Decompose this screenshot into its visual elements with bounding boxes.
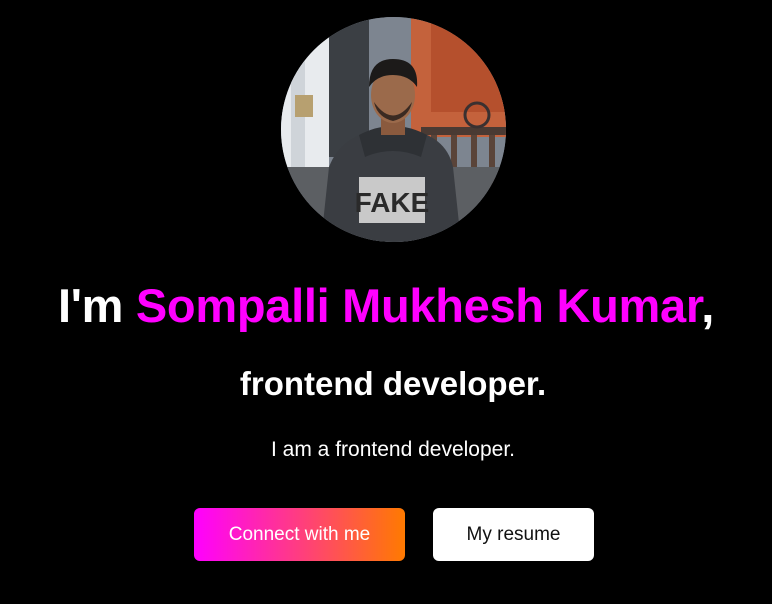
- developer-name: Sompalli Mukhesh Kumar: [135, 279, 702, 332]
- resume-button[interactable]: My resume: [433, 508, 594, 561]
- shirt-text: FAKE: [355, 187, 430, 218]
- profile-avatar: FAKE: [281, 17, 506, 242]
- connect-button[interactable]: Connect with me: [194, 508, 405, 561]
- hero-headline: I'm Sompalli Mukhesh Kumar,: [0, 276, 772, 336]
- headline-suffix: ,: [701, 279, 715, 332]
- hero-description: I am a frontend developer.: [271, 438, 515, 461]
- headline-prefix: I'm: [57, 279, 136, 332]
- profile-photo: FAKE: [281, 17, 506, 242]
- role-title: frontend developer.: [239, 365, 547, 402]
